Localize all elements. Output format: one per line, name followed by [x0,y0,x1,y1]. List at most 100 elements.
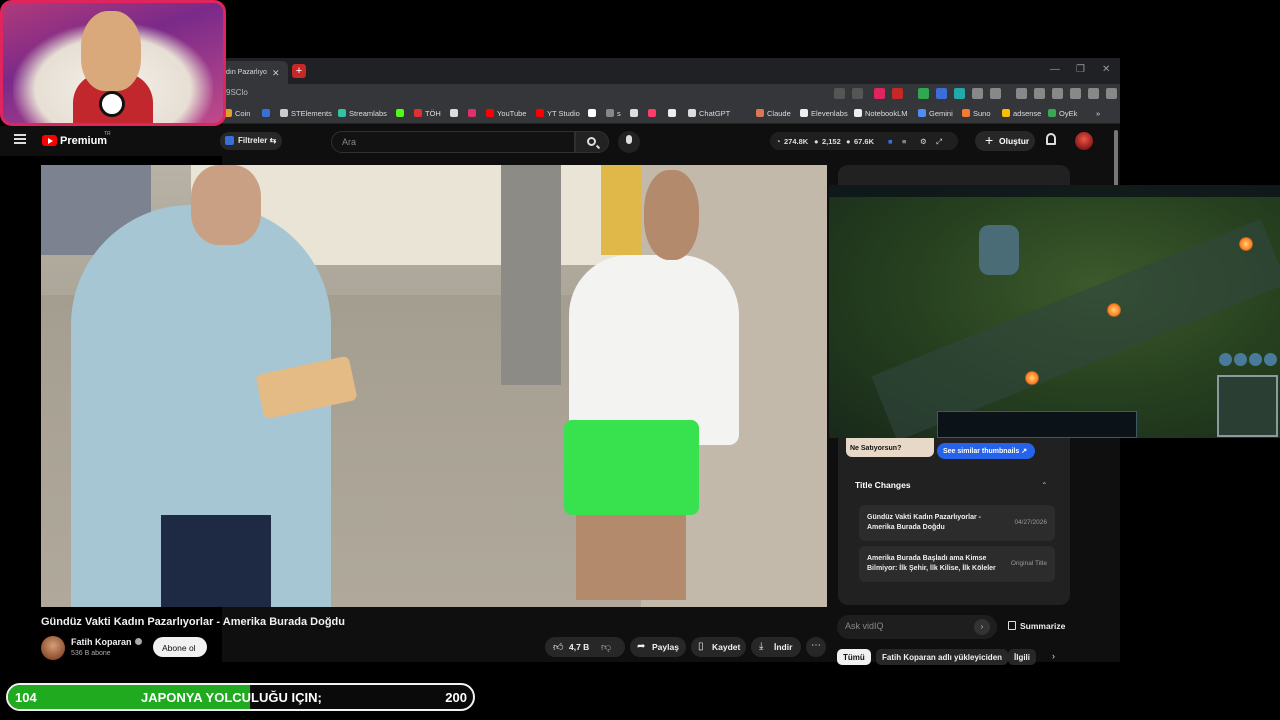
settings-icon[interactable]: ⚙ [920,137,927,146]
puzzle-icon[interactable] [972,88,983,99]
chip-all[interactable]: Tümü [837,649,871,665]
country-badge: TR [104,131,111,137]
bookmark-icon [280,109,288,117]
game-fire-effect [1239,237,1253,251]
extension-icon[interactable] [990,88,1001,99]
youtube-logo-icon[interactable] [42,135,57,146]
bookmark-tiktok[interactable] [588,109,599,118]
chip-from-uploader[interactable]: Fatih Koparan adlı yükleyiciden [876,649,1009,665]
subscribe-button[interactable]: Abone ol [153,637,207,657]
extension-icon[interactable] [892,88,903,99]
bookmark-adsense[interactable]: adsense [1002,109,1041,118]
extension-icon[interactable] [936,88,947,99]
user-avatar[interactable] [1075,132,1093,150]
bookmark-claude[interactable]: Claude [756,109,791,118]
filter-icon [225,136,234,145]
bookmark-instagram[interactable] [468,109,479,118]
profile-icon[interactable] [1088,88,1099,99]
list-icon[interactable]: ≡ [902,137,906,146]
expand-icon[interactable]: ⤢ [936,137,942,147]
bookmark-icon [630,109,638,117]
close-icon[interactable]: ✕ [272,68,280,79]
menu-icon[interactable] [1106,88,1117,99]
window-close-icon[interactable]: ✕ [1102,64,1110,75]
new-tab-button[interactable]: + [292,64,306,78]
save-button[interactable]: ▯ Kaydet [691,637,746,657]
donation-goal-amount: 200 [445,690,467,705]
bookmark-youtube[interactable]: YouTube [486,109,526,118]
extension-icon[interactable] [918,88,929,99]
bookmark-streamlabs[interactable]: Streamlabs [338,109,387,118]
stat-subs: 2,152 [822,137,841,146]
game-minimap [1217,375,1278,437]
more-bookmarks-icon[interactable]: » [1096,109,1100,118]
scrollbar-thumb[interactable] [1114,130,1118,190]
bookmark-chatgpt[interactable]: ChatGPT [688,109,730,118]
extension-icon[interactable] [954,88,965,99]
maximize-icon[interactable]: ❐ [1076,64,1085,75]
media-icon[interactable] [1016,88,1027,99]
extension-icon[interactable] [1052,88,1063,99]
download-icon: ⤓ [759,641,764,652]
vidiq-stats-bar[interactable]: ◔ 274.8K ● 2,152 ● 67.6K ■ ≡ ⚙ ⤢ [770,132,958,150]
filters-button[interactable]: Filtreler ⇆ [220,132,282,150]
like-count[interactable]: 4,7 B [569,642,589,652]
bookmark-x[interactable] [450,109,461,118]
bookmark-elevenlabs[interactable]: Elevenlabs [800,109,848,118]
channel-avatar[interactable] [41,636,65,660]
share-button[interactable]: ➦ Paylaş [630,637,686,657]
microphone-icon[interactable] [618,131,640,153]
more-options-icon[interactable]: ⋯ [806,637,826,657]
bookmark-yt-studio[interactable]: YT Studio [536,109,580,118]
see-similar-thumbnails-button[interactable]: See similar thumbnails ↗ [937,443,1035,459]
bookmark-gemini[interactable]: Gemini [918,109,953,118]
create-button[interactable]: Oluştur [975,131,1035,151]
bookmark-coin[interactable]: Coin [224,109,250,118]
chevron-up-icon[interactable]: ⌃ [1041,481,1048,490]
vidiq-icon[interactable]: ■ [888,137,893,146]
bookmark-icon [588,109,596,117]
download-button[interactable]: ⤓ İndir [751,637,801,657]
bookmark-app[interactable] [648,109,659,118]
bookmark-oyek[interactable]: OyEk [1048,109,1077,118]
bookmark-stelements[interactable]: STElements [280,109,332,118]
bookmark-1[interactable] [262,109,273,118]
extension-icon[interactable] [874,88,885,99]
search-input[interactable]: Ara [331,131,575,153]
extension-icon[interactable] [1070,88,1081,99]
extension-icon[interactable] [834,88,845,99]
bookmark-s[interactable]: s [606,109,621,118]
bookmark-suno[interactable]: Suno [962,109,991,118]
summarize-button[interactable]: Summarize [1008,621,1065,631]
chip-related[interactable]: İlgili [1008,649,1036,665]
youtube-logo-text[interactable]: Premium [60,135,107,147]
bookmark-notebooklm[interactable]: NotebookLM [854,109,908,118]
tab-strip: dın Pazarlıyo ✕ + — ❐ ✕ [222,58,1120,84]
bookmark-threads[interactable] [630,109,641,118]
bookmark-app-2[interactable] [668,109,679,118]
channel-name[interactable]: Fatih Koparan [71,637,142,647]
thumbs-down-icon[interactable]: 👎︎ [601,641,611,653]
bookmark-toh[interactable]: TÖH [414,109,441,118]
bookmark-icon [1002,109,1010,117]
like-icon: ● [846,137,851,146]
ask-vidiq-input[interactable]: Ask vidIQ [837,615,997,639]
thumbs-up-icon[interactable]: 👍︎ [553,641,563,653]
video-person-left-legs [161,515,271,607]
document-icon [1008,621,1016,630]
tab-active[interactable]: dın Pazarlıyo ✕ [222,61,288,84]
game-champion-portraits [1219,353,1279,369]
address-bar[interactable]: 9SClo [222,84,1120,104]
chevron-right-icon[interactable]: › [1052,651,1055,661]
bookmark-icon [962,109,970,117]
chevron-right-icon[interactable]: › [974,619,990,635]
hamburger-menu-icon[interactable] [14,134,26,144]
sidebar-icon[interactable] [1034,88,1045,99]
search-button[interactable] [575,131,609,153]
video-player[interactable] [41,165,827,607]
share-icon[interactable] [852,88,863,99]
minimize-icon[interactable]: — [1050,64,1060,75]
verified-icon [134,638,142,645]
bookmark-kick[interactable] [396,109,407,118]
notifications-bell-icon[interactable] [1046,133,1056,145]
